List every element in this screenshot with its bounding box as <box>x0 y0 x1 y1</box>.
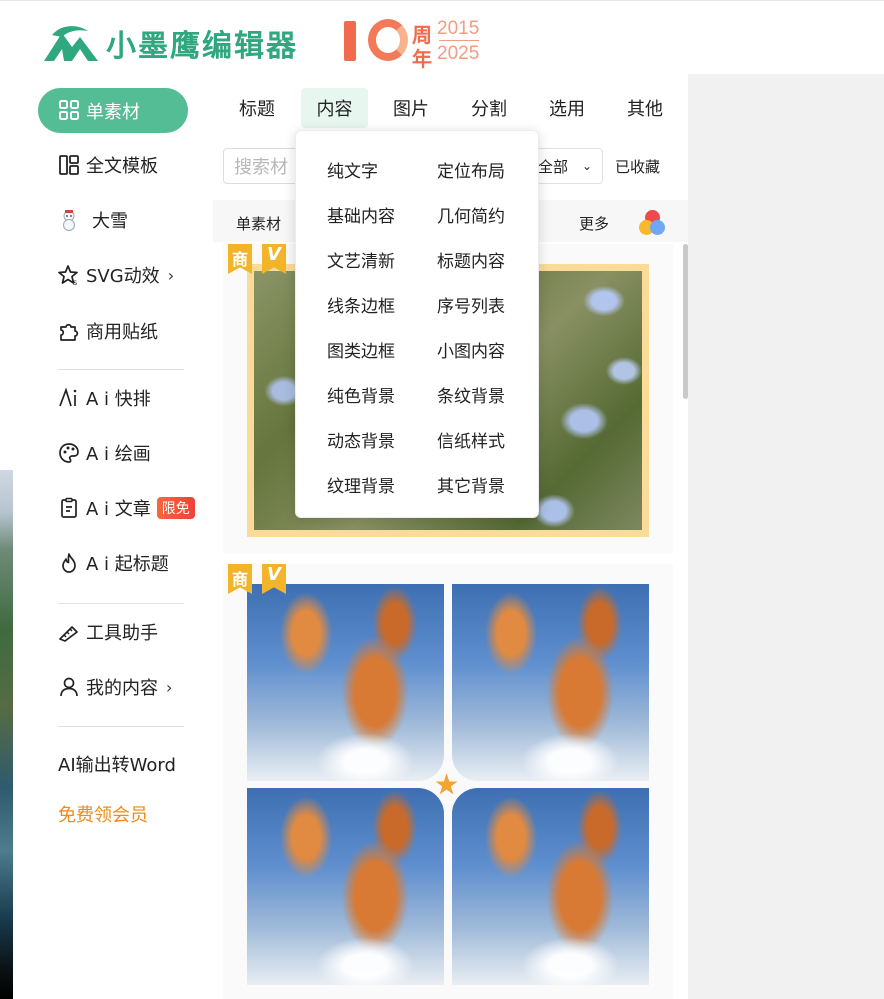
dropdown-item[interactable]: 纯色背景 <box>327 382 395 407</box>
sidebar-item-label: A i 文章 <box>86 499 151 520</box>
single-material-label[interactable]: 单素材 <box>236 213 281 234</box>
leaf-photo-tile <box>452 584 649 781</box>
dropdown-item[interactable]: 基础内容 <box>327 202 395 227</box>
sidebar-item-label: 工具助手 <box>86 623 158 644</box>
logo-text[interactable]: 小墨鹰编辑器 <box>106 21 298 65</box>
sidebar-item-label: SVG动效 <box>86 266 160 287</box>
anniversary-year-start: 2015 <box>437 18 480 39</box>
anniversary-badge: 10 周 年 2015 2025 <box>340 15 490 71</box>
tab-title[interactable]: 标题 <box>229 88 285 128</box>
dropdown-item[interactable]: 标题内容 <box>437 247 505 272</box>
commercial-badge: 商 <box>228 564 252 594</box>
sidebar-item-label: A i 起标题 <box>86 554 169 575</box>
sidebar-item-single-material[interactable]: 单素材 <box>38 88 188 133</box>
background-landscape <box>0 470 13 999</box>
tab-other[interactable]: 其他 <box>617 88 673 128</box>
chevron-down-icon: ⌄ <box>582 159 593 173</box>
sidebar-item-label: 商用贴纸 <box>86 322 158 343</box>
dropdown-item[interactable]: 几何简约 <box>437 202 505 227</box>
limited-free-badge: 限免 <box>156 497 195 519</box>
sidebar-item-ai-layout[interactable]: A i 快排 <box>58 383 151 413</box>
tab-image[interactable]: 图片 <box>383 88 439 128</box>
dropdown-item[interactable]: 纯文字 <box>327 157 378 182</box>
anniversary-one-shape <box>344 21 356 61</box>
anniversary-zero-ring <box>368 19 408 61</box>
sidebar-item-ai-article[interactable]: A i 文章 限免 <box>58 493 195 523</box>
sidebar-item-label: A i 快排 <box>86 389 151 410</box>
sidebar-item-label: 全文模板 <box>86 156 158 177</box>
more-button[interactable]: 更多 <box>579 213 609 234</box>
sidebar: 单素材 全文模板 大雪 s SVG动效 › 商用贴纸 A i 快排 A i 绘画… <box>13 74 213 999</box>
favorites-button[interactable]: 已收藏 <box>615 156 660 177</box>
content-category-dropdown: 纯文字 定位布局 基础内容 几何简约 文艺清新 标题内容 线条边框 序号列表 图… <box>295 130 539 518</box>
dropdown-item[interactable]: 动态背景 <box>327 427 395 452</box>
sidebar-item-label: 大雪 <box>92 211 128 232</box>
dropdown-item[interactable]: 线条边框 <box>327 292 395 317</box>
palette-icon <box>59 443 79 463</box>
tab-content[interactable]: 内容 <box>301 88 368 128</box>
star-sparkle-icon: s <box>58 265 78 286</box>
chevron-right-icon: › <box>166 677 173 697</box>
sidebar-item-my-content[interactable]: 我的内容 › <box>58 672 172 702</box>
dropdown-item[interactable]: 文艺清新 <box>327 247 395 272</box>
sidebar-item-ai-to-word[interactable]: AI输出转Word <box>58 749 176 779</box>
anniversary-divider <box>439 40 479 41</box>
sidebar-item-commercial-stickers[interactable]: 商用贴纸 <box>58 316 158 346</box>
dropdown-item[interactable]: 定位布局 <box>437 157 505 182</box>
tab-divider[interactable]: 分割 <box>461 88 517 128</box>
sidebar-item-heavy-snow[interactable]: 大雪 <box>58 205 128 235</box>
sidebar-item-free-membership[interactable]: 免费领会员 <box>58 799 148 829</box>
dropdown-item[interactable]: 纹理背景 <box>327 472 395 497</box>
scrollbar[interactable] <box>683 244 688 399</box>
material-card[interactable]: ★ 商 V <box>223 564 673 999</box>
dropdown-item[interactable]: 其它背景 <box>437 472 505 497</box>
svg-text:s: s <box>73 278 77 286</box>
sidebar-item-label: 我的内容 <box>86 678 158 699</box>
search-placeholder: 搜索材 <box>234 157 288 178</box>
document-icon <box>61 497 77 518</box>
sidebar-item-label: 免费领会员 <box>58 805 148 826</box>
flame-icon <box>62 553 76 573</box>
layout-icon <box>59 155 79 175</box>
dropdown-item[interactable]: 小图内容 <box>437 337 505 362</box>
header: 小墨鹰编辑器 10 周 年 2015 2025 <box>0 0 884 74</box>
dropdown-item[interactable]: 条纹背景 <box>437 382 505 407</box>
dropdown-item[interactable]: 信纸样式 <box>437 427 505 452</box>
anniversary-nian: 年 <box>412 47 432 71</box>
anniversary-year-end: 2025 <box>437 43 480 64</box>
sidebar-item-label: 单素材 <box>86 102 140 123</box>
sidebar-divider <box>58 603 184 604</box>
sidebar-item-label: AI输出转Word <box>58 755 176 776</box>
sidebar-item-tool-assistant[interactable]: 工具助手 <box>58 617 158 647</box>
blue-dot <box>650 220 665 235</box>
tab-selection[interactable]: 选用 <box>539 88 595 128</box>
sidebar-item-ai-title[interactable]: A i 起标题 <box>58 548 169 578</box>
sidebar-item-svg-effects[interactable]: s SVG动效 › <box>58 260 174 290</box>
star-icon: ★ <box>434 768 460 801</box>
snowman-icon <box>63 210 75 231</box>
sidebar-item-label: A i 绘画 <box>86 444 151 465</box>
leaf-photo-tile <box>452 788 649 985</box>
puzzle-icon <box>60 323 79 341</box>
grid-icon <box>59 100 79 120</box>
leaf-photo-tile <box>247 584 444 781</box>
sidebar-divider <box>58 369 184 370</box>
select-value: 全部 <box>538 157 569 176</box>
dropdown-item[interactable]: 图类边框 <box>327 337 395 362</box>
right-gray-area <box>688 74 884 999</box>
ruler-icon <box>59 626 78 642</box>
leaf-photo-tile <box>247 788 444 985</box>
user-icon <box>60 677 78 697</box>
sidebar-item-ai-painting[interactable]: A i 绘画 <box>58 438 151 468</box>
color-filter-icon[interactable] <box>639 209 667 237</box>
sidebar-item-full-templates[interactable]: 全文模板 <box>58 150 158 180</box>
commercial-badge: 商 <box>228 244 252 274</box>
dropdown-item[interactable]: 序号列表 <box>437 292 505 317</box>
ai-icon <box>59 387 77 407</box>
eagle-logo-icon[interactable] <box>42 23 100 63</box>
sidebar-divider <box>58 726 184 727</box>
chevron-right-icon: › <box>167 265 175 285</box>
